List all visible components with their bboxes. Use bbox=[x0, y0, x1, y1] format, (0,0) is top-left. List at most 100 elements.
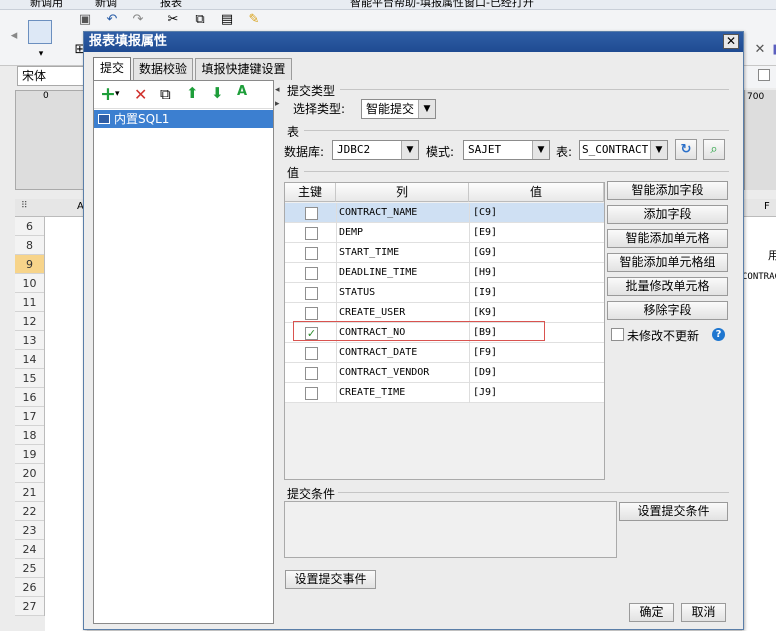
database-select[interactable]: JDBC2 ▼ bbox=[332, 140, 419, 160]
column-cell[interactable]: CONTRACT_NAME bbox=[336, 203, 469, 223]
cancel-button[interactable]: 取消 bbox=[681, 603, 726, 622]
redo-icon[interactable]: ↷ bbox=[130, 12, 146, 28]
pane-splitter[interactable]: ◂ ▸ bbox=[275, 80, 281, 624]
column-cell[interactable]: CREATE_TIME bbox=[336, 383, 469, 403]
table-row[interactable]: CONTRACT_NAME [C9] bbox=[285, 203, 604, 223]
row-number[interactable]: 20 bbox=[15, 464, 44, 483]
row-number[interactable]: 10 bbox=[15, 274, 44, 293]
column-cell[interactable]: STATUS bbox=[336, 283, 469, 303]
primary-key-checkbox[interactable] bbox=[305, 347, 318, 360]
value-cell[interactable]: [K9] bbox=[469, 303, 604, 323]
header-value[interactable]: 值 bbox=[469, 183, 604, 202]
primary-key-checkbox[interactable] bbox=[305, 387, 318, 400]
checkbox-icon[interactable] bbox=[758, 69, 770, 81]
row-number[interactable]: 9 bbox=[15, 255, 44, 274]
row-number[interactable]: 22 bbox=[15, 502, 44, 521]
value-cell[interactable]: [G9] bbox=[469, 243, 604, 263]
chevron-left-icon[interactable]: ◂ bbox=[275, 85, 280, 95]
sheet-grid[interactable] bbox=[45, 217, 87, 631]
no-update-checkbox[interactable] bbox=[611, 328, 624, 341]
row-number[interactable]: 6 bbox=[15, 217, 44, 236]
table-row[interactable]: STATUS [I9] bbox=[285, 283, 604, 303]
close-icon[interactable]: ✕ bbox=[752, 42, 768, 58]
help-icon[interactable]: ? bbox=[712, 328, 725, 341]
row-number[interactable]: 18 bbox=[15, 426, 44, 445]
column-cell[interactable]: CONTRACT_VENDOR bbox=[336, 363, 469, 383]
move-up-icon[interactable]: ⬆ bbox=[186, 84, 199, 102]
table-row[interactable]: CONTRACT_DATE [F9] bbox=[285, 343, 604, 363]
primary-key-checkbox[interactable] bbox=[305, 287, 318, 300]
primary-key-checkbox[interactable] bbox=[305, 367, 318, 380]
value-cell[interactable]: [F9] bbox=[469, 343, 604, 363]
primary-key-checkbox[interactable] bbox=[305, 227, 318, 240]
smart-add-field-button[interactable]: 智能添加字段 bbox=[607, 181, 728, 200]
chevron-down-icon[interactable]: ▾ bbox=[33, 46, 49, 62]
row-number[interactable]: 26 bbox=[15, 578, 44, 597]
tree-item-sql1[interactable]: 内置SQL1 bbox=[94, 110, 273, 128]
smart-add-cell-group-button[interactable]: 智能添加单元格组 bbox=[607, 253, 728, 272]
value-cell[interactable]: [C9] bbox=[469, 203, 604, 223]
chevron-down-icon[interactable]: ▾ bbox=[115, 89, 120, 99]
row-number[interactable]: 15 bbox=[15, 369, 44, 388]
column-label[interactable]: F bbox=[764, 201, 770, 212]
primary-key-checkbox[interactable] bbox=[305, 267, 318, 280]
menu-item[interactable]: 新调 bbox=[95, 0, 117, 9]
tab-shortcut-settings[interactable]: 填报快捷键设置 bbox=[195, 58, 292, 80]
collapse-icon[interactable]: ◂ bbox=[6, 28, 22, 44]
value-cell[interactable]: [J9] bbox=[469, 383, 604, 403]
primary-key-checkbox[interactable] bbox=[305, 207, 318, 220]
copy-icon[interactable]: ⧉ bbox=[160, 85, 171, 103]
close-button[interactable]: ✕ bbox=[723, 34, 739, 49]
remove-field-button[interactable]: 移除字段 bbox=[607, 301, 728, 320]
copy-icon[interactable]: ⧉ bbox=[192, 12, 208, 28]
row-number[interactable]: 27 bbox=[15, 597, 44, 616]
save-icon[interactable]: ▣ bbox=[77, 12, 93, 28]
schema-select[interactable]: SAJET ▼ bbox=[463, 140, 550, 160]
table-row[interactable]: CONTRACT_VENDOR [D9] bbox=[285, 363, 604, 383]
rename-icon[interactable]: A bbox=[237, 84, 247, 99]
row-number[interactable]: 23 bbox=[15, 521, 44, 540]
column-cell[interactable]: CREATE_USER bbox=[336, 303, 469, 323]
column-cell[interactable]: START_TIME bbox=[336, 243, 469, 263]
row-number[interactable]: 11 bbox=[15, 293, 44, 312]
table-row[interactable]: DEMP [E9] bbox=[285, 223, 604, 243]
smart-add-cell-button[interactable]: 智能添加单元格 bbox=[607, 229, 728, 248]
header-column[interactable]: 列 bbox=[336, 183, 469, 202]
tab-submit[interactable]: 提交 bbox=[93, 57, 131, 80]
column-cell[interactable]: DEADLINE_TIME bbox=[336, 263, 469, 283]
value-cell[interactable]: [I9] bbox=[469, 283, 604, 303]
row-number[interactable]: 19 bbox=[15, 445, 44, 464]
refresh-button[interactable]: ↻ bbox=[675, 139, 697, 160]
move-down-icon[interactable]: ⬇ bbox=[211, 84, 224, 102]
table-row[interactable]: DEADLINE_TIME [H9] bbox=[285, 263, 604, 283]
cut-icon[interactable]: ✂ bbox=[165, 12, 181, 28]
row-number[interactable]: 8 bbox=[15, 236, 44, 255]
row-number[interactable]: 21 bbox=[15, 483, 44, 502]
view-icon[interactable]: ▮ bbox=[768, 42, 776, 58]
row-number[interactable]: 14 bbox=[15, 350, 44, 369]
primary-key-checkbox[interactable] bbox=[305, 307, 318, 320]
column-cell[interactable]: CONTRACT_DATE bbox=[336, 343, 469, 363]
paste-icon[interactable]: ▤ bbox=[219, 12, 235, 28]
row-number[interactable]: 13 bbox=[15, 331, 44, 350]
value-cell[interactable]: [H9] bbox=[469, 263, 604, 283]
preview-icon[interactable] bbox=[28, 20, 52, 44]
row-number[interactable]: 12 bbox=[15, 312, 44, 331]
sheet-grid-right[interactable]: 用 CONTRAC bbox=[742, 217, 776, 631]
table-select[interactable]: S_CONTRACT ▼ bbox=[579, 140, 668, 160]
row-number[interactable]: 17 bbox=[15, 407, 44, 426]
set-event-button[interactable]: 设置提交事件 bbox=[285, 570, 376, 589]
table-row[interactable]: CREATE_USER [K9] bbox=[285, 303, 604, 323]
select-all-icon[interactable]: ⠿ bbox=[21, 201, 28, 211]
row-number[interactable]: 16 bbox=[15, 388, 44, 407]
batch-edit-cell-button[interactable]: 批量修改单元格 bbox=[607, 277, 728, 296]
row-number[interactable]: 24 bbox=[15, 540, 44, 559]
menu-item[interactable]: 报表 bbox=[160, 0, 182, 9]
submit-type-select[interactable]: 智能提交 ▼ bbox=[361, 99, 436, 119]
value-cell[interactable]: [D9] bbox=[469, 363, 604, 383]
font-select[interactable]: 宋体 bbox=[17, 66, 87, 86]
table-row[interactable]: CREATE_TIME [J9] bbox=[285, 383, 604, 403]
menu-item[interactable]: 新调用 bbox=[30, 0, 63, 9]
row-number[interactable]: 25 bbox=[15, 559, 44, 578]
add-icon[interactable]: + bbox=[100, 83, 116, 105]
